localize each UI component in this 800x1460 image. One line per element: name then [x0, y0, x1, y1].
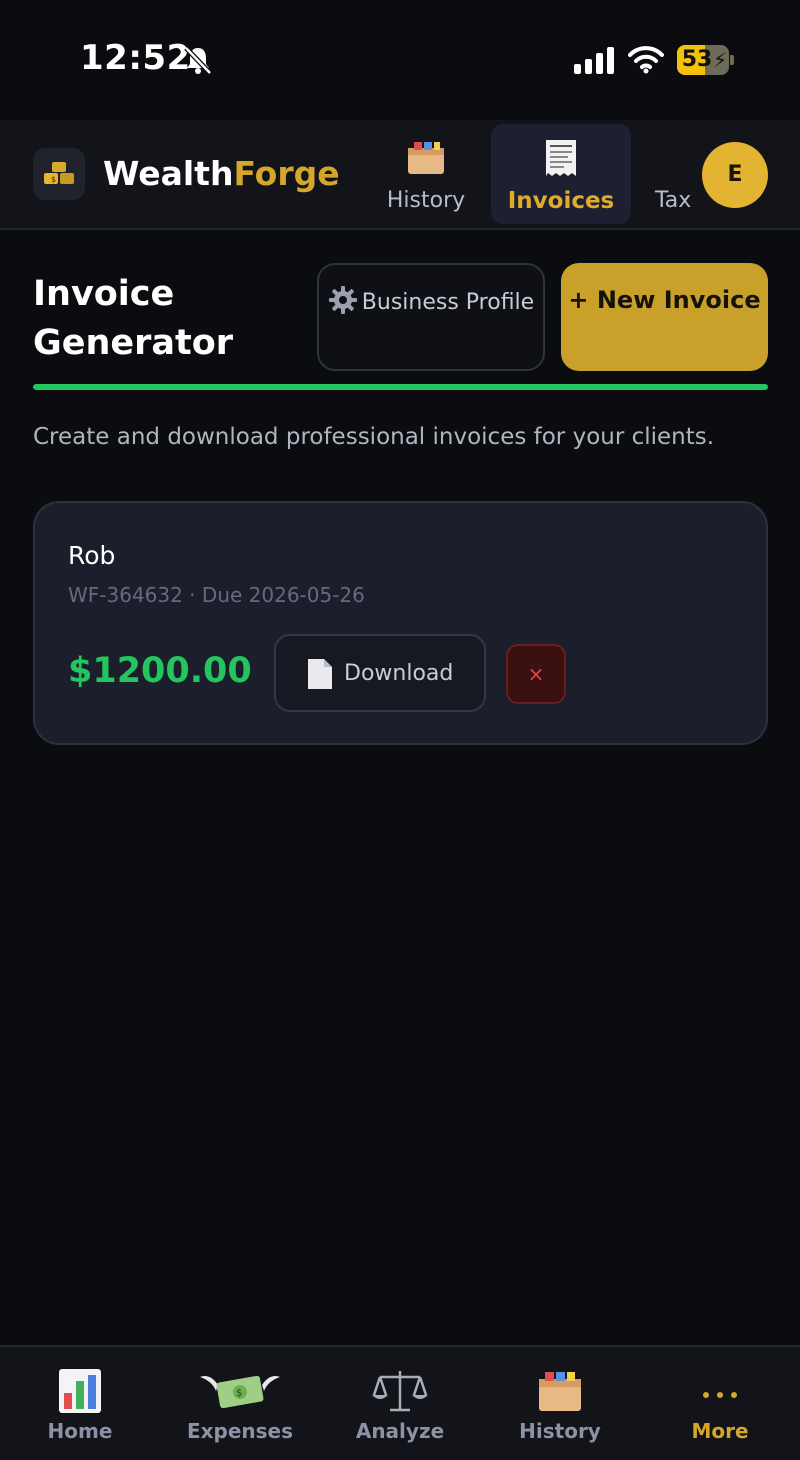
bottom-nav-home[interactable]: Home — [0, 1347, 160, 1460]
svg-text:$: $ — [51, 175, 56, 184]
tab-tax-label: Tax — [655, 188, 692, 213]
svg-text:$: $ — [236, 1388, 242, 1399]
bottom-nav-expenses[interactable]: $ Expenses — [160, 1347, 320, 1460]
bottom-nav-more-label: More — [691, 1419, 749, 1443]
business-profile-button[interactable]: Business Profile — [317, 263, 545, 371]
card-file-box-icon — [539, 1372, 581, 1411]
invoice-client: Rob — [68, 541, 116, 570]
receipt-icon — [546, 140, 576, 176]
delete-invoice-button[interactable]: × — [506, 644, 566, 704]
page-title: Invoice Generator — [33, 274, 234, 363]
battery-percent: 53 — [681, 47, 713, 72]
bottom-nav-analyze-label: Analyze — [355, 1419, 445, 1443]
bottom-nav: Home $ Expenses Analyze History More — [0, 1345, 800, 1460]
tab-invoices-label: Invoices — [507, 188, 615, 214]
invoice-amount: $1200.00 — [68, 651, 252, 691]
bar-chart-icon — [59, 1369, 101, 1413]
bottom-nav-analyze[interactable]: Analyze — [320, 1347, 480, 1460]
download-label: Download — [344, 661, 454, 686]
bottom-nav-home-label: Home — [47, 1419, 113, 1443]
document-icon — [308, 659, 332, 689]
invoice-card: Rob WF-364632 · Due 2026-05-26 $1200.00 … — [33, 501, 768, 745]
page-subtitle: Create and download professional invoice… — [33, 424, 715, 450]
business-profile-label: Business Profile — [361, 290, 535, 315]
bottom-nav-more[interactable]: More — [640, 1347, 800, 1460]
invoice-meta: WF-364632 · Due 2026-05-26 — [68, 583, 365, 607]
bell-slash-icon — [184, 46, 212, 75]
bolt-icon: ⚡ — [713, 48, 728, 72]
accent-divider — [33, 384, 768, 390]
tab-invoices[interactable]: Invoices — [491, 124, 631, 224]
gear-icon — [328, 286, 357, 314]
balance-scale-icon — [372, 1371, 428, 1412]
signal-icon — [574, 47, 614, 74]
tab-history-label: History — [386, 188, 466, 213]
app-logo[interactable]: $ — [33, 148, 85, 200]
avatar[interactable]: E — [702, 142, 768, 208]
status-bar: 12:52 53 ⚡ — [0, 0, 800, 120]
brand-forge: Forge — [233, 154, 340, 193]
card-file-box-icon — [408, 142, 444, 174]
tab-tax[interactable]: Tax — [640, 124, 700, 224]
gold-bars-icon: $ — [44, 162, 74, 184]
bottom-nav-history[interactable]: History — [480, 1347, 640, 1460]
more-dots-icon — [640, 1383, 800, 1402]
download-button[interactable]: Download — [274, 634, 486, 712]
battery-charging-icon: 53 ⚡ — [677, 45, 735, 75]
bottom-nav-history-label: History — [519, 1419, 601, 1443]
wifi-icon — [628, 46, 664, 74]
bottom-nav-expenses-label: Expenses — [186, 1419, 294, 1443]
new-invoice-button[interactable]: + New Invoice — [561, 263, 768, 371]
brand-name: WealthForge — [103, 154, 340, 193]
app-header: $ WealthForge History Invoices Tax E — [0, 120, 800, 230]
tab-history[interactable]: History — [356, 124, 496, 224]
brand-wealth: Wealth — [103, 154, 234, 193]
status-time: 12:52 — [80, 38, 191, 78]
money-with-wings-icon: $ — [200, 1375, 280, 1409]
